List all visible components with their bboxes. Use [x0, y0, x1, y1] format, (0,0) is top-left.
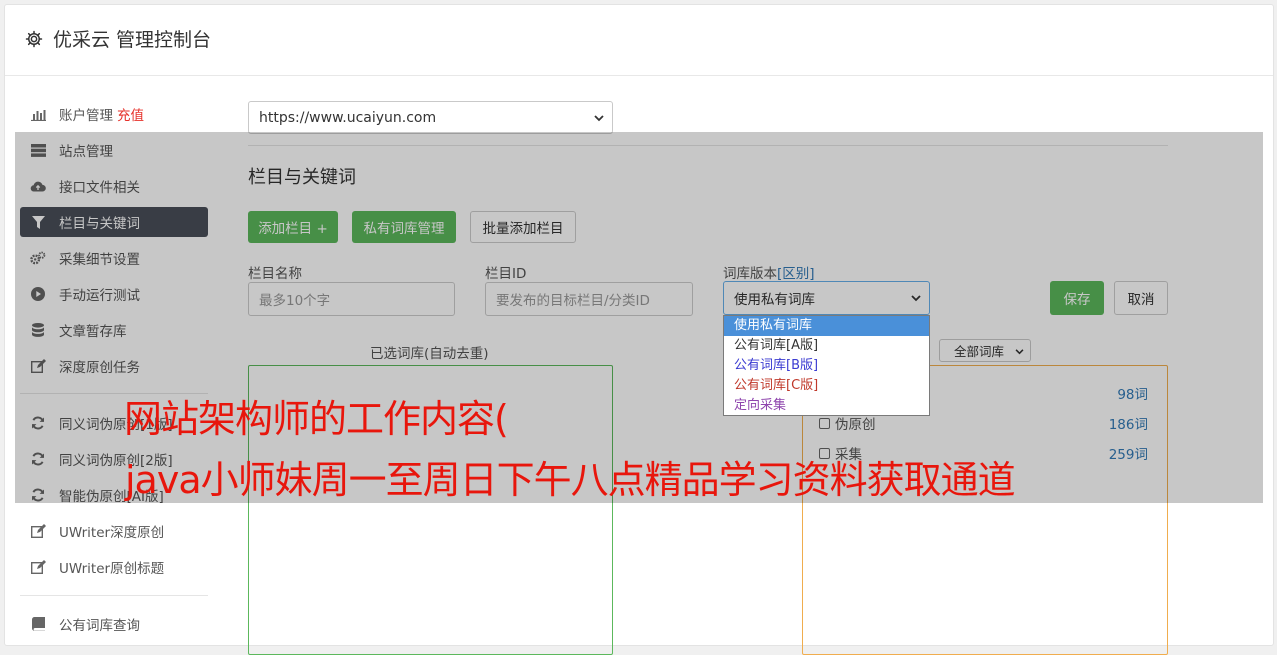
- lib-version-dropdown[interactable]: 使用私有词库 公有词库[A版] 公有词库[B版] 公有词库[C版] 定向采集: [723, 315, 930, 416]
- sidebar-item-label: 公有词库查询: [59, 618, 140, 634]
- site-select[interactable]: https://www.ucaiyun.com: [248, 101, 613, 134]
- watermark-line-2: java小师妹周一至周日下午八点精品学习资料获取通道: [125, 458, 1016, 502]
- dropdown-option-public-a[interactable]: 公有词库[A版]: [724, 336, 929, 356]
- book-icon: [30, 616, 46, 632]
- edit-icon: [30, 523, 46, 539]
- sidebar-item-account[interactable]: 账户管理 充值: [20, 99, 208, 129]
- watermark-overlay: [15, 132, 1263, 503]
- site-select-value: https://www.ucaiyun.com: [259, 109, 437, 126]
- sidebar-item-uwriter-deep[interactable]: UWriter深度原创: [20, 516, 208, 546]
- gear-icon: [25, 30, 43, 47]
- sidebar-item-label: UWriter深度原创: [59, 525, 165, 541]
- dropdown-option-directed[interactable]: 定向采集: [724, 396, 929, 416]
- edit-icon: [30, 559, 46, 575]
- dropdown-option-public-c[interactable]: 公有词库[C版]: [724, 376, 929, 396]
- recharge-link[interactable]: 充值: [117, 104, 144, 124]
- sidebar-item-public-lib[interactable]: 公有词库查询: [20, 609, 208, 639]
- dropdown-option-private[interactable]: 使用私有词库: [724, 316, 929, 336]
- top-bar: 优采云 管理控制台: [5, 5, 1273, 76]
- sidebar-item-uwriter-title[interactable]: UWriter原创标题: [20, 552, 208, 582]
- sidebar-divider: [20, 595, 208, 596]
- bar-chart-icon: [30, 106, 46, 122]
- brand: 优采云 管理控制台: [25, 25, 211, 52]
- chevron-down-icon: [594, 110, 604, 126]
- dropdown-option-public-b[interactable]: 公有词库[B版]: [724, 356, 929, 376]
- sidebar-item-label: 账户管理: [59, 108, 113, 124]
- watermark-line-1: 网站架构师的工作内容(: [124, 397, 509, 441]
- sidebar-item-label: UWriter原创标题: [59, 561, 165, 577]
- page-title: 优采云 管理控制台: [53, 29, 212, 51]
